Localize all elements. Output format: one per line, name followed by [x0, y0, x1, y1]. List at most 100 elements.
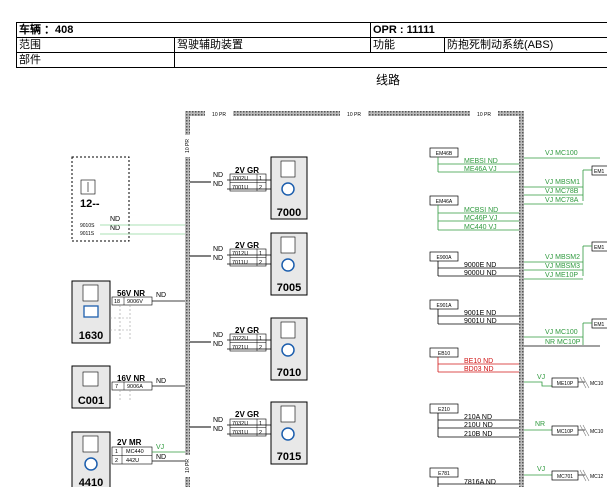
wire-label: VJ MC78A: [545, 197, 579, 204]
edge-connector: EM1: [594, 245, 605, 251]
component-id: 12--: [80, 198, 100, 210]
component-4410: 4410 2V MR 1 MC440 2 442U VJ ND: [71, 431, 185, 487]
wire-group-2: EM1 VJ MBSM2 VJ MBSM3 VJ ME10P: [524, 241, 607, 280]
ground-code: MC10P: [557, 429, 574, 435]
wire-label: VJ MC78B: [545, 188, 579, 195]
splice-id: E210: [438, 407, 450, 413]
component-12: 12-- 9010S 9011S ND ND: [71, 156, 185, 242]
splice-e210: E210 210A ND 210U ND 210B ND: [429, 403, 519, 438]
ground-dest: MC12: [590, 474, 604, 480]
wire-label: NR: [535, 421, 545, 428]
wire-end: ND: [213, 341, 223, 348]
wire-end: ND: [213, 172, 223, 179]
wire-label: VJ MBSM3: [545, 263, 580, 270]
wire-label: 2V MR: [117, 438, 142, 447]
component-id: 7000: [277, 207, 301, 219]
pin-code: 7032U: [232, 421, 248, 427]
splice-wire: MC46P VJ: [464, 215, 497, 222]
wire-end: ND: [213, 181, 223, 188]
pin-number: 2: [115, 458, 118, 464]
sensor-7000: 2V GR ND ND 7002U 1 7001U 2 7000: [190, 156, 308, 220]
splice-id: EM46A: [436, 199, 453, 205]
pin-number: 1: [259, 176, 262, 182]
splice-wire: BE10 ND: [464, 358, 493, 365]
component-id: 1630: [79, 330, 103, 342]
component-c001: C001 16V NR 7 9006A ND: [71, 365, 185, 409]
pin-code: 9010S: [80, 223, 95, 229]
wire-end: ND: [213, 332, 223, 339]
wire-end: ND: [213, 246, 223, 253]
wire-end: ND: [156, 378, 166, 385]
splice-wire: 7816A ND: [464, 479, 496, 486]
component-id: C001: [78, 395, 104, 407]
wire-end: ND: [110, 225, 120, 232]
splice-wire: ME46A VJ: [464, 166, 497, 173]
splice-wire: 9001U ND: [464, 318, 497, 325]
splice-id: E901A: [436, 303, 452, 309]
splice-wire: BD03 ND: [464, 366, 494, 373]
ground-3: VJ MC701 MC12: [524, 466, 604, 482]
splice-wire: 210A ND: [464, 414, 492, 421]
wire-label: VJ MC100: [545, 329, 578, 336]
edge-connector: EM1: [594, 322, 605, 328]
pin-code: 7011U: [232, 260, 248, 266]
pin-number: 1: [115, 449, 118, 455]
wire-label: 2V GR: [235, 410, 259, 419]
pin-code: 9011S: [80, 231, 95, 237]
splice-wire: 210U ND: [464, 422, 493, 429]
sensor-7005: 2V GR ND ND 7012U 1 7011U 2 7005: [190, 232, 308, 296]
pin-code: 7022U: [232, 336, 248, 342]
splice-id: E900A: [436, 255, 452, 261]
component-1630: 1630 56V NR 18 9006V ND: [71, 280, 185, 344]
wire-end: ND: [213, 255, 223, 262]
sensor-7015: 2V GR ND ND 7032U 1 7031U 2 7015: [190, 401, 308, 465]
wire-label: 56V NR: [117, 289, 145, 298]
splice-wire: 9001E ND: [464, 310, 496, 317]
pin-code: 7031U: [232, 430, 248, 436]
pin-number: 1: [259, 421, 262, 427]
pin-number: 1: [259, 251, 262, 257]
component-id: 7010: [277, 367, 301, 379]
splice-id: EB10: [438, 351, 450, 357]
wire-label: 2V GR: [235, 166, 259, 175]
ground-code: ME10P: [557, 381, 574, 387]
splice-e901a: E901A 9001E ND 9001U ND: [429, 299, 519, 325]
frame-label: 10 PR: [477, 112, 491, 118]
ground-code: MC701: [557, 474, 573, 480]
wire-label: VJ MBSM1: [545, 179, 580, 186]
wire-label: VJ ME10P: [545, 272, 578, 279]
splice-id: E781: [438, 471, 450, 477]
frame-label: 10 PR: [212, 112, 226, 118]
frame-label: 10 PR: [347, 112, 361, 118]
ground-1: VJ ME10P MC10: [524, 374, 604, 389]
wire-label: 2V GR: [235, 326, 259, 335]
pin-number: 2: [259, 260, 262, 266]
pin-code: 442U: [126, 458, 139, 464]
pin-code: 7021U: [232, 345, 248, 351]
wire-end: ND: [156, 454, 166, 461]
pin-code: MC440: [126, 449, 144, 455]
wire-label: VJ MC100: [545, 150, 578, 157]
wire-label: 16V NR: [117, 374, 145, 383]
splice-id: EM46B: [436, 151, 453, 157]
pin-number: 2: [259, 345, 262, 351]
pin-number: 1: [259, 336, 262, 342]
splice-wire: 210B ND: [464, 431, 492, 438]
frame-side-label: 10 PR: [185, 139, 191, 153]
pin-code: 9006V: [127, 299, 143, 305]
pin-number: 2: [259, 185, 262, 191]
ground-2: NR MC10P MC10: [524, 421, 604, 437]
wire-end: ND: [156, 292, 166, 299]
pin-number: 7: [115, 384, 118, 390]
wire-end: ND: [213, 426, 223, 433]
pin-code: 7012U: [232, 251, 248, 257]
pin-number: 2: [259, 430, 262, 436]
ground-dest: MC10: [590, 381, 604, 387]
wire-label: VJ: [537, 374, 545, 381]
pin-code: 9006A: [127, 384, 143, 390]
ground-dest: MC10: [590, 429, 604, 435]
wire-group-1: VJ MC100 VJ MBSM1 VJ MC78B VJ MC78A EM1: [524, 150, 607, 205]
splice-em46a: EM46A MCBSI ND MC46P VJ MC440 VJ: [429, 195, 519, 231]
wire-end: ND: [213, 417, 223, 424]
splice-wire: MC440 VJ: [464, 224, 497, 231]
